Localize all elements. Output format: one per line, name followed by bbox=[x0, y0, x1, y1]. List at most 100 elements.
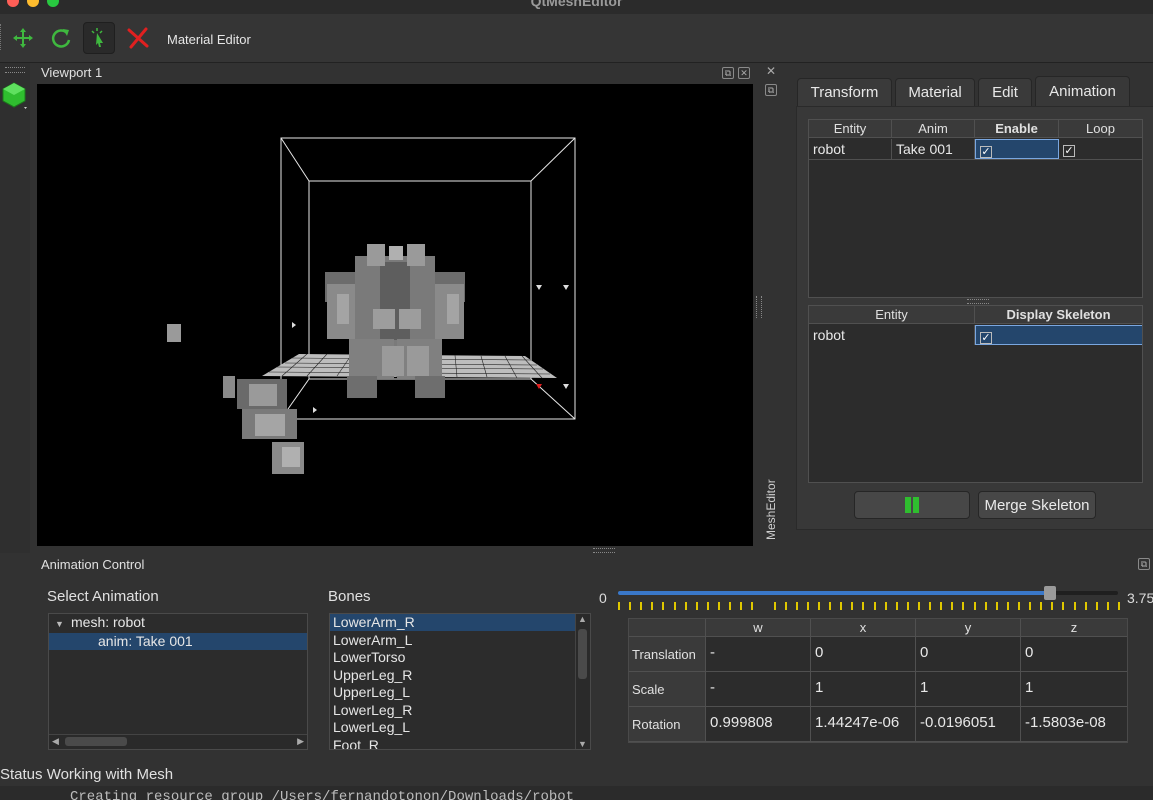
row-display-cell[interactable]: ✓ bbox=[975, 325, 1142, 345]
tree-hscrollbar[interactable]: ◀ ▶ bbox=[49, 734, 307, 749]
grid-cell[interactable]: 0.999808 bbox=[706, 707, 811, 742]
keyframe-tick bbox=[773, 602, 776, 610]
col-entity-header[interactable]: Entity bbox=[809, 306, 975, 324]
tab-edit[interactable]: Edit bbox=[978, 78, 1032, 106]
viewport-close-icon[interactable]: ✕ bbox=[738, 67, 750, 79]
table-row[interactable]: robot ✓ bbox=[809, 325, 1142, 345]
col-display-skeleton-header[interactable]: Display Skeleton bbox=[975, 306, 1142, 324]
animation-table[interactable]: Entity Anim Enable Loop robot Take 001 ✓… bbox=[808, 119, 1143, 298]
keyframe-tick bbox=[806, 602, 809, 610]
grid-col-z[interactable]: z bbox=[1021, 619, 1127, 637]
grid-cell[interactable]: - bbox=[706, 672, 811, 707]
bottom-splitter-handle[interactable] bbox=[593, 548, 615, 553]
list-item[interactable]: UpperLeg_L bbox=[330, 684, 590, 701]
rotate-tool-button[interactable] bbox=[45, 22, 77, 54]
table-row[interactable]: robot Take 001 ✓ ✓ bbox=[809, 139, 1142, 160]
material-editor-button[interactable]: Material Editor bbox=[167, 32, 251, 47]
list-item[interactable]: LowerLeg_R bbox=[330, 702, 590, 719]
keyframe-tick bbox=[818, 602, 820, 610]
col-anim-header[interactable]: Anim bbox=[892, 120, 975, 138]
grid-cell[interactable]: 0 bbox=[916, 637, 1021, 672]
row-enable-cell[interactable]: ✓ bbox=[975, 139, 1059, 159]
dock-float-icon[interactable]: ⧉ bbox=[765, 84, 777, 96]
bones-list[interactable]: LowerArm_R LowerArm_L LowerTorso UpperLe… bbox=[329, 613, 591, 750]
grid-cell[interactable]: -1.5803e-08 bbox=[1021, 707, 1127, 742]
3d-viewport[interactable] bbox=[37, 84, 753, 546]
keyframe-tick bbox=[951, 602, 954, 610]
list-item[interactable]: LowerTorso bbox=[330, 649, 590, 666]
tree-item-anim[interactable]: anim: Take 001 bbox=[49, 633, 307, 650]
grid-col-y[interactable]: y bbox=[916, 619, 1021, 637]
viewport-float-icon[interactable]: ⧉ bbox=[722, 67, 734, 79]
col-enable-header[interactable]: Enable bbox=[975, 120, 1059, 138]
keyframe-tick bbox=[1106, 602, 1109, 610]
row-loop-cell[interactable]: ✓ bbox=[1059, 139, 1142, 159]
keyframe-tick bbox=[984, 602, 987, 610]
tree-hscroll-thumb[interactable] bbox=[65, 737, 127, 746]
select-tool-button[interactable] bbox=[83, 22, 115, 54]
bones-vscroll-thumb[interactable] bbox=[578, 629, 587, 679]
grid-col-w[interactable]: w bbox=[706, 619, 811, 637]
keyframe-tick bbox=[684, 602, 687, 610]
grid-cell[interactable]: 1.44247e-06 bbox=[811, 707, 916, 742]
keyframe-tick bbox=[662, 602, 665, 610]
expand-arrow-icon[interactable]: ▼ bbox=[55, 616, 71, 633]
col-loop-header[interactable]: Loop bbox=[1059, 120, 1142, 138]
bone-transform-grid[interactable]: w x y z Translation - 0 0 0 Scale - 1 1 … bbox=[628, 618, 1128, 743]
title-bar: QtMeshEditor bbox=[0, 0, 1153, 14]
keyframe-tick bbox=[1073, 602, 1076, 610]
dock-close-icon[interactable]: ✕ bbox=[765, 65, 777, 78]
enable-checkbox[interactable]: ✓ bbox=[980, 146, 992, 158]
grid-cell[interactable]: 0 bbox=[811, 637, 916, 672]
scroll-left-icon[interactable]: ◀ bbox=[52, 736, 59, 747]
grid-row-rotation[interactable]: Rotation bbox=[629, 707, 706, 742]
table-splitter-handle[interactable] bbox=[967, 299, 989, 304]
list-item[interactable]: LowerLeg_L bbox=[330, 719, 590, 736]
grid-cell[interactable]: 1 bbox=[1021, 672, 1127, 707]
log-output[interactable]: Creating resource group /Users/fernandot… bbox=[0, 786, 1153, 800]
scroll-right-icon[interactable]: ▶ bbox=[297, 736, 304, 747]
keyframe-tick bbox=[1084, 602, 1087, 610]
grid-cell[interactable]: - bbox=[706, 637, 811, 672]
bones-vscrollbar[interactable]: ▲ ▼ bbox=[575, 614, 590, 749]
animation-control-float-icon[interactable]: ⧉ bbox=[1138, 558, 1150, 570]
grid-cell[interactable]: 0 bbox=[1021, 637, 1127, 672]
grid-cell[interactable]: 1 bbox=[916, 672, 1021, 707]
col-entity-header[interactable]: Entity bbox=[809, 120, 892, 138]
tab-transform[interactable]: Transform bbox=[797, 78, 892, 106]
list-item[interactable]: LowerArm_L bbox=[330, 632, 590, 649]
display-skeleton-checkbox[interactable]: ✓ bbox=[980, 332, 992, 344]
loop-checkbox[interactable]: ✓ bbox=[1063, 145, 1075, 157]
pause-button[interactable] bbox=[854, 491, 970, 519]
toolbar-grip[interactable] bbox=[0, 24, 4, 50]
delete-button[interactable] bbox=[122, 22, 154, 54]
tab-material[interactable]: Material bbox=[895, 78, 975, 106]
keyframe-tick bbox=[673, 602, 676, 610]
strip-grip[interactable] bbox=[5, 67, 25, 73]
skeleton-table[interactable]: Entity Display Skeleton robot ✓ bbox=[808, 305, 1143, 483]
add-mesh-hexagon-icon[interactable] bbox=[2, 81, 30, 111]
grid-cell[interactable]: -0.0196051 bbox=[916, 707, 1021, 742]
pause-icon bbox=[905, 497, 919, 513]
list-item[interactable]: LowerArm_R bbox=[330, 614, 576, 631]
list-item[interactable]: Foot_R bbox=[330, 737, 590, 750]
list-item[interactable]: UpperLeg_R bbox=[330, 667, 590, 684]
grid-cell[interactable]: 1 bbox=[811, 672, 916, 707]
keyframe-tick bbox=[829, 602, 832, 610]
animation-tree[interactable]: ▼ mesh: robot anim: Take 001 ◀ ▶ bbox=[48, 613, 308, 750]
move-tool-button[interactable] bbox=[7, 22, 39, 54]
scroll-up-icon[interactable]: ▲ bbox=[578, 614, 587, 624]
keyframe-tick bbox=[618, 602, 620, 610]
scroll-down-icon[interactable]: ▼ bbox=[578, 739, 587, 749]
grid-col-x[interactable]: x bbox=[811, 619, 916, 637]
dock-splitter-handle[interactable] bbox=[756, 296, 762, 318]
keyframe-tick bbox=[651, 602, 654, 610]
keyframe-tick bbox=[1040, 602, 1043, 610]
grid-row-translation[interactable]: Translation bbox=[629, 637, 706, 672]
merge-skeleton-button[interactable]: Merge Skeleton bbox=[978, 491, 1096, 519]
tab-animation[interactable]: Animation bbox=[1035, 76, 1130, 106]
tree-item-mesh[interactable]: ▼ mesh: robot bbox=[49, 614, 307, 631]
grid-corner bbox=[629, 619, 706, 637]
timeline-slider-handle[interactable] bbox=[1044, 586, 1056, 600]
grid-row-scale[interactable]: Scale bbox=[629, 672, 706, 707]
